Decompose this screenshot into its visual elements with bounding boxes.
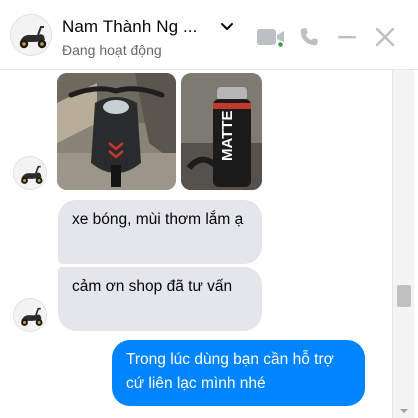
sender-avatar[interactable] (13, 298, 47, 332)
scroll-down-arrow-icon[interactable] (397, 406, 411, 416)
minimize-icon[interactable] (332, 22, 362, 52)
outgoing-message[interactable]: Trong lúc dùng bạn cần hỗ trợ cứ liên lạ… (112, 340, 365, 406)
scooter-photo[interactable] (57, 73, 176, 190)
incoming-message[interactable]: xe bóng, mùi thơm lắm ạ (58, 200, 262, 264)
spray-can-label: MATTE (219, 110, 236, 161)
scroll-thumb[interactable] (397, 285, 411, 307)
chat-window: Nam Thành Ng ... Đang hoạt động MATTE xe… (0, 0, 418, 418)
video-call-icon[interactable] (256, 22, 286, 52)
chat-header: Nam Thành Ng ... Đang hoạt động (0, 0, 418, 70)
scrollbar[interactable] (392, 70, 414, 418)
header-actions (248, 22, 400, 52)
incoming-message[interactable]: cảm ơn shop đã tư vấn (58, 267, 262, 331)
close-icon[interactable] (370, 22, 400, 52)
message-list: MATTE xe bóng, mùi thơm lắm ạ cảm ơn sho… (0, 70, 392, 418)
phone-icon[interactable] (294, 22, 324, 52)
matte-spray-can-photo[interactable]: MATTE (181, 73, 262, 190)
sender-avatar[interactable] (13, 156, 47, 190)
contact-avatar[interactable] (10, 14, 52, 56)
contact-name[interactable]: Nam Thành Ng ... (62, 17, 197, 37)
active-status: Đang hoạt động (62, 42, 162, 58)
chevron-down-icon[interactable] (218, 18, 236, 36)
